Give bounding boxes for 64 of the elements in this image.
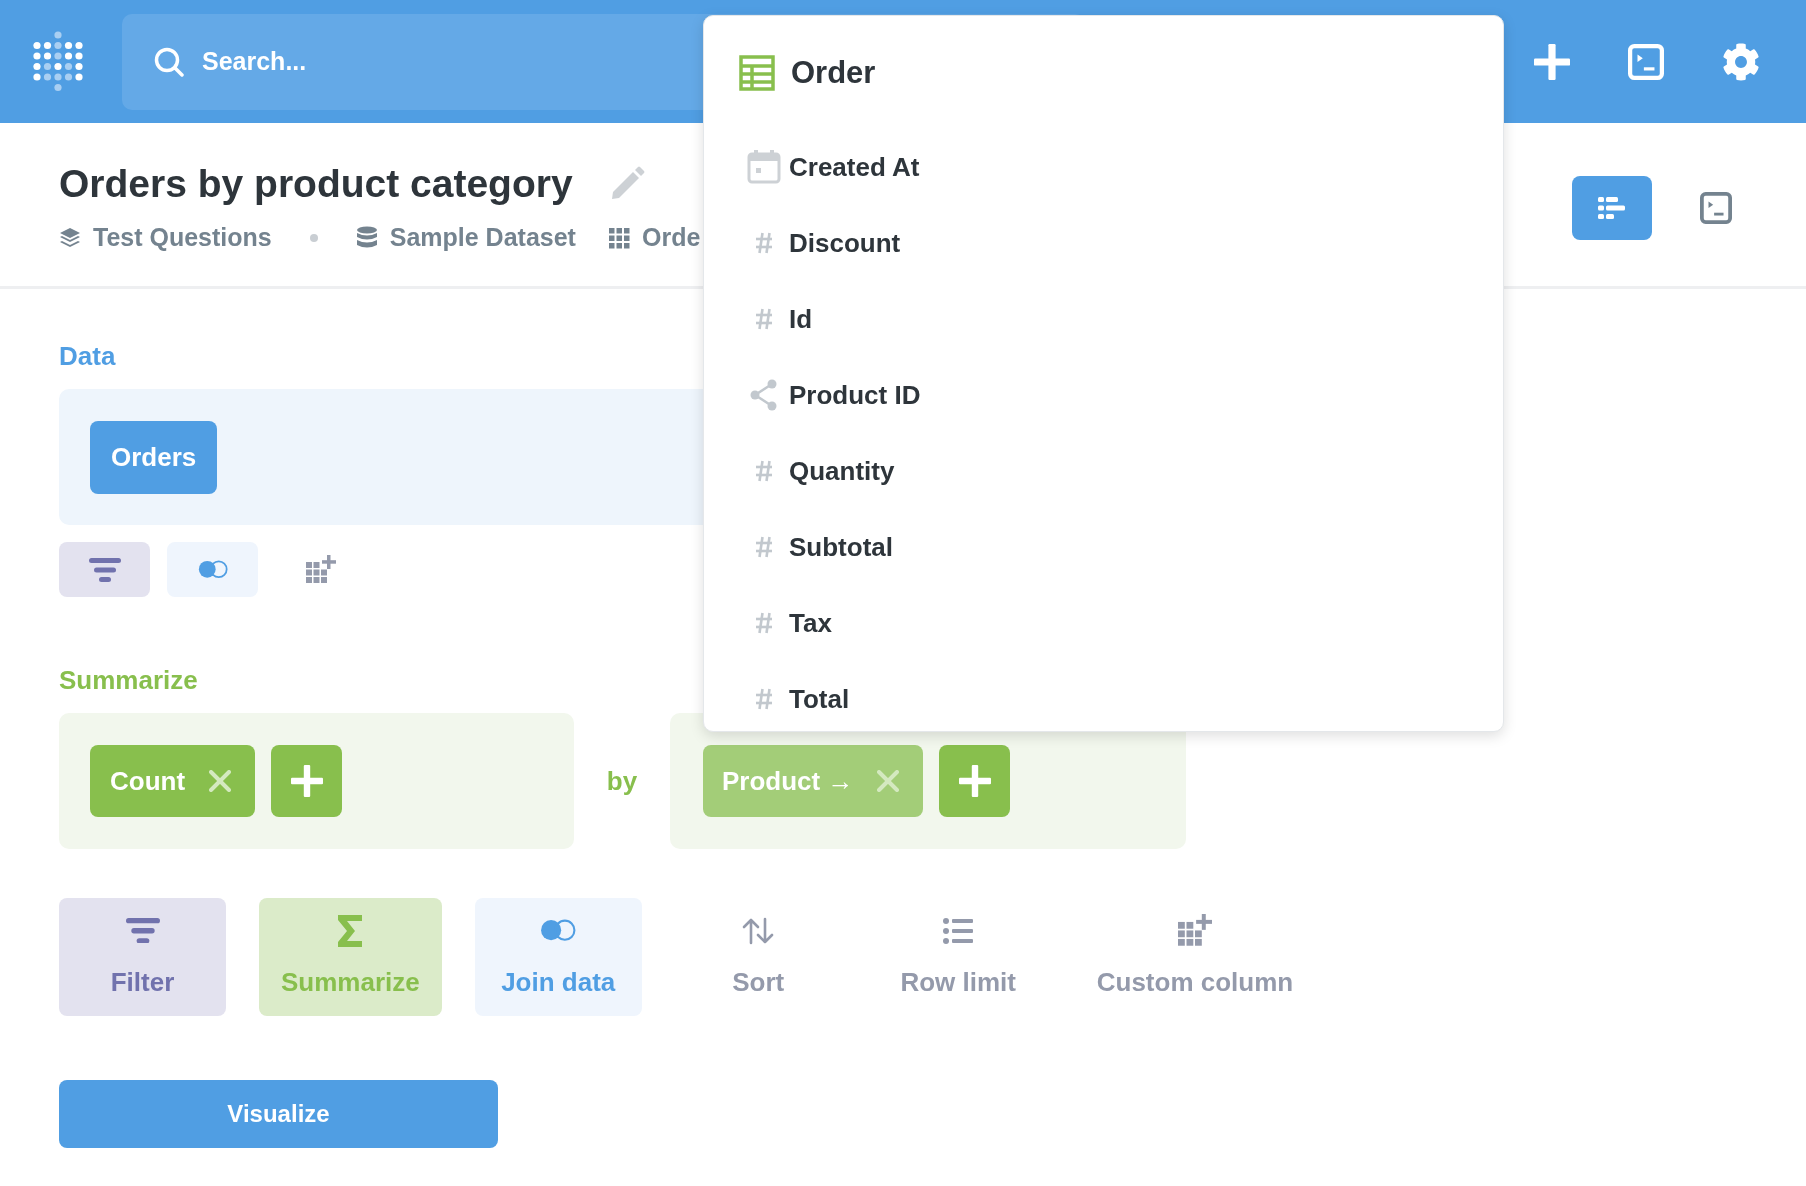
list-icon (943, 917, 974, 944)
field-option[interactable]: Product ID (739, 365, 1468, 425)
action-button[interactable]: Custom column (1074, 898, 1316, 1016)
connected-nodes-icon (750, 379, 778, 411)
list-icon (1598, 196, 1626, 220)
new-button[interactable] (1534, 43, 1570, 80)
grid-icon (608, 227, 630, 249)
data-section-label: Data (59, 340, 116, 372)
filter-button[interactable] (59, 542, 150, 597)
field-option[interactable]: Total (739, 669, 1468, 729)
database-icon (355, 226, 378, 250)
sort-arrows-icon (741, 916, 776, 945)
filter-icon (125, 917, 160, 944)
hash-icon (755, 536, 773, 558)
grid-plus-icon (1177, 913, 1212, 948)
terminal-icon (1628, 43, 1664, 80)
overlapping-circles-icon (197, 560, 228, 579)
breadcrumb-link[interactable]: Sample Dataset (355, 219, 576, 257)
settings-icon (1722, 42, 1760, 81)
plus-icon (290, 765, 323, 797)
plus-icon (1534, 43, 1570, 80)
overlapping-circles-icon (540, 919, 577, 942)
summarize-section-label: Summarize (59, 664, 198, 696)
close-icon[interactable] (209, 770, 232, 792)
action-button[interactable]: Sort (674, 898, 842, 1016)
bullet-icon (309, 234, 318, 242)
search-icon (154, 46, 184, 77)
field-option[interactable]: Quantity (739, 441, 1468, 501)
sigma-icon (337, 914, 364, 947)
field-option[interactable]: Id (739, 289, 1468, 349)
breadcrumb-link[interactable]: Orde (608, 219, 701, 257)
table-name: Order (791, 53, 876, 92)
hash-icon (755, 688, 773, 710)
question-title: Orders by product category (59, 161, 573, 207)
field-option[interactable]: Subtotal (739, 517, 1468, 577)
terminal-button[interactable] (1628, 43, 1664, 80)
action-button[interactable]: Row limit (874, 898, 1042, 1016)
action-button[interactable]: Join data (474, 898, 642, 1016)
field-option[interactable]: Created At (739, 137, 1468, 197)
hash-icon (755, 460, 773, 482)
logo-icon[interactable] (33, 31, 83, 92)
hash-icon (755, 232, 773, 254)
terminal-icon (1700, 192, 1732, 224)
add-metric-button[interactable] (271, 745, 343, 817)
hash-icon (755, 612, 773, 634)
plus-icon (958, 765, 991, 797)
metric-chip[interactable]: Count (90, 745, 256, 817)
join-button[interactable] (167, 542, 258, 597)
table-icon (739, 55, 775, 91)
by-label: by (606, 764, 638, 798)
action-button[interactable]: Filter (59, 898, 226, 1016)
breadcrumb-link[interactable]: Test Questions (59, 219, 272, 257)
table-selector-button[interactable]: Orders (90, 420, 218, 494)
settings-button[interactable] (1722, 42, 1760, 81)
add-breakout-button[interactable] (939, 745, 1011, 817)
calendar-icon (747, 150, 781, 184)
hash-icon (755, 308, 773, 330)
visualize-button[interactable]: Visualize (59, 1080, 498, 1148)
field-option[interactable]: Discount (739, 213, 1468, 273)
layers-icon (59, 227, 81, 249)
grid-plus-icon (305, 554, 336, 585)
field-option[interactable]: Tax (739, 593, 1468, 653)
filter-icon (88, 557, 121, 582)
notebook-view-button[interactable] (1572, 176, 1652, 240)
